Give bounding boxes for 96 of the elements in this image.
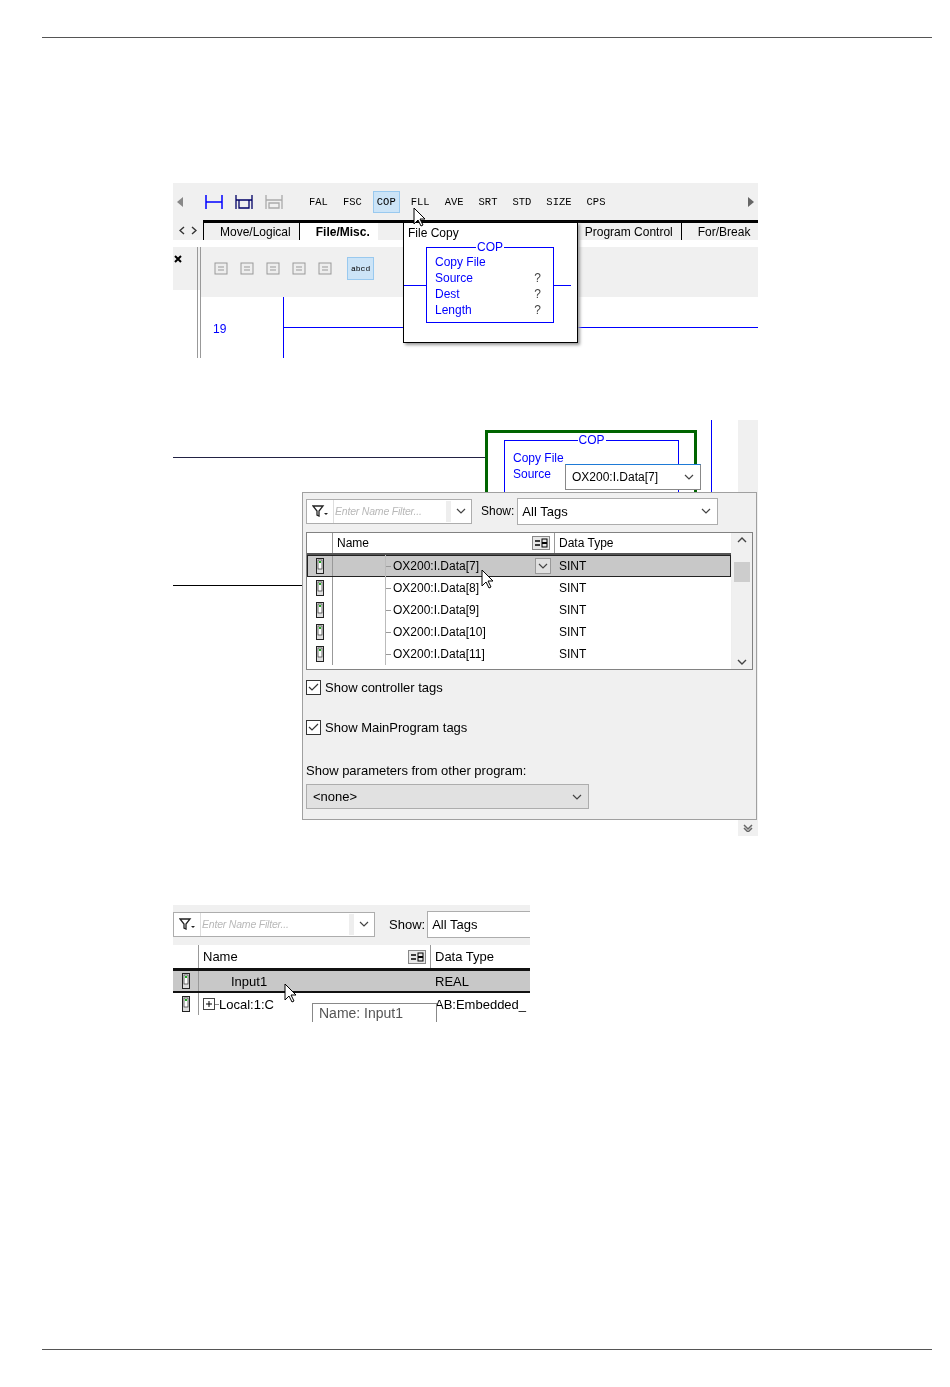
expand-icon[interactable]: [203, 998, 215, 1010]
operand-value: ?: [534, 286, 541, 302]
cursor-icon: [481, 569, 494, 589]
tag-row[interactable]: OX200:I.Data[10] SINT: [307, 621, 731, 643]
instruction-button[interactable]: SRT: [474, 190, 502, 213]
tag-name: OX200:I.Data[10]: [393, 625, 486, 639]
tag-type: SINT: [558, 625, 588, 639]
tag-name: OX200:I.Data[8]: [393, 581, 480, 595]
chevron-down-icon: [538, 563, 548, 569]
filter-field[interactable]: Enter Name Filter...: [173, 911, 375, 937]
close-icon[interactable]: [174, 255, 182, 263]
chevron-left-icon[interactable]: [179, 225, 185, 235]
instruction-title: Copy File: [435, 254, 487, 270]
checkbox[interactable]: [306, 680, 321, 695]
tag-type: AB:Embedded_: [434, 996, 528, 1012]
operand-value: ?: [534, 302, 541, 318]
tag-row[interactable]: OX200:I.Data[11] SINT: [307, 643, 731, 665]
chevron-down-icon: [359, 921, 369, 927]
tag-tooltip: Name: Input1: [312, 1003, 437, 1022]
scroll-down-icon[interactable]: [743, 824, 753, 832]
instruction-mnemonic: COP: [577, 433, 606, 447]
tag-name: OX200:I.Data[7]: [393, 559, 480, 573]
column-header[interactable]: Data Type: [431, 949, 530, 964]
element-button[interactable]: abcd: [347, 257, 375, 280]
device-icon: [315, 602, 324, 618]
chevron-down-icon: [572, 793, 582, 800]
instruction-button[interactable]: STD: [508, 190, 536, 213]
operand-name: Source: [435, 270, 474, 286]
instruction-button[interactable]: FAL: [305, 190, 332, 213]
device-icon: [181, 996, 190, 1012]
scroll-up-icon[interactable]: [737, 537, 747, 543]
filter-input[interactable]: Enter Name Filter...: [201, 918, 349, 930]
operand-name: Source: [513, 466, 552, 482]
column-header[interactable]: Name: [337, 536, 369, 550]
show-label: Show:: [389, 916, 426, 932]
tag-type: SINT: [558, 603, 588, 617]
instruction-button[interactable]: FSC: [338, 190, 366, 213]
column-header[interactable]: Data Type: [555, 536, 731, 550]
device-icon: [315, 646, 324, 662]
instruction-button[interactable]: SIZE: [542, 190, 576, 213]
tag-row[interactable]: Input1 REAL: [173, 971, 530, 993]
show-dropdown[interactable]: All Tags: [427, 910, 530, 938]
chevron-down-icon: [456, 508, 466, 514]
category-tab[interactable]: For/Break: [680, 223, 758, 240]
device-icon: [181, 973, 190, 989]
instruction-button[interactable]: AVE: [440, 190, 468, 213]
instruction-button[interactable]: COP: [372, 190, 400, 213]
device-icon: [315, 624, 324, 640]
checkbox-label: Show MainProgram tags: [325, 720, 468, 735]
instruction-button[interactable]: CPS: [582, 190, 610, 213]
rung-number: 19: [212, 321, 228, 338]
chevron-right-icon[interactable]: [191, 225, 197, 235]
instruction-button[interactable]: FLL: [406, 190, 434, 213]
device-icon: [315, 580, 324, 596]
device-icon: [315, 558, 324, 574]
filter-input[interactable]: Enter Name Filter...: [334, 505, 446, 517]
chevron-down-icon: [701, 508, 712, 514]
scroll-down-icon[interactable]: [737, 658, 747, 665]
instruction-mnemonic: COP: [476, 240, 504, 254]
field-label: Show parameters from other program:: [306, 763, 528, 778]
scroll-thumb[interactable]: [734, 561, 750, 582]
source-field[interactable]: OX200:I.Data[7]: [565, 464, 701, 490]
tag-type: REAL: [434, 973, 470, 989]
tag-name: Input1: [230, 973, 268, 989]
category-tab[interactable]: File/Misc.: [298, 223, 378, 240]
scroll-left-icon[interactable]: [177, 196, 183, 207]
show-dropdown[interactable]: All Tags: [517, 497, 719, 525]
tag-row[interactable]: OX200:I.Data[7] SINT: [307, 555, 731, 577]
tag-type: SINT: [558, 581, 588, 595]
program-dropdown[interactable]: <none>: [306, 784, 589, 809]
filter-icon[interactable]: [312, 505, 328, 517]
checkbox-label: Show controller tags: [325, 680, 443, 695]
tag-type: SINT: [558, 559, 588, 573]
tag-row[interactable]: OX200:I.Data[9] SINT: [307, 599, 731, 621]
column-header[interactable]: Name: [203, 949, 238, 964]
columns-icon[interactable]: [532, 536, 550, 550]
operand-name: Length: [435, 302, 472, 318]
instruction-title: Copy File: [513, 450, 565, 466]
columns-icon[interactable]: [408, 949, 426, 964]
tag-name: OX200:I.Data[9]: [393, 603, 480, 617]
show-label: Show:: [481, 504, 515, 518]
filter-icon[interactable]: [179, 918, 195, 930]
branch-icon[interactable]: [235, 194, 253, 209]
operand-value: ?: [534, 270, 541, 286]
tooltip-title: File Copy: [407, 225, 460, 242]
tag-name: Local:1:C: [219, 996, 274, 1012]
chevron-down-icon: [684, 474, 694, 480]
operand-name: Dest: [435, 286, 460, 302]
scroll-right-icon[interactable]: [748, 196, 754, 207]
filter-field[interactable]: Enter Name Filter...: [306, 498, 472, 524]
checkbox[interactable]: [306, 720, 321, 735]
rung-icon[interactable]: [205, 194, 223, 209]
dropdown-button[interactable]: [535, 558, 551, 574]
category-tab[interactable]: Move/Logical: [203, 223, 299, 240]
tag-type: SINT: [558, 647, 588, 661]
tag-name: OX200:I.Data[11]: [393, 647, 485, 661]
